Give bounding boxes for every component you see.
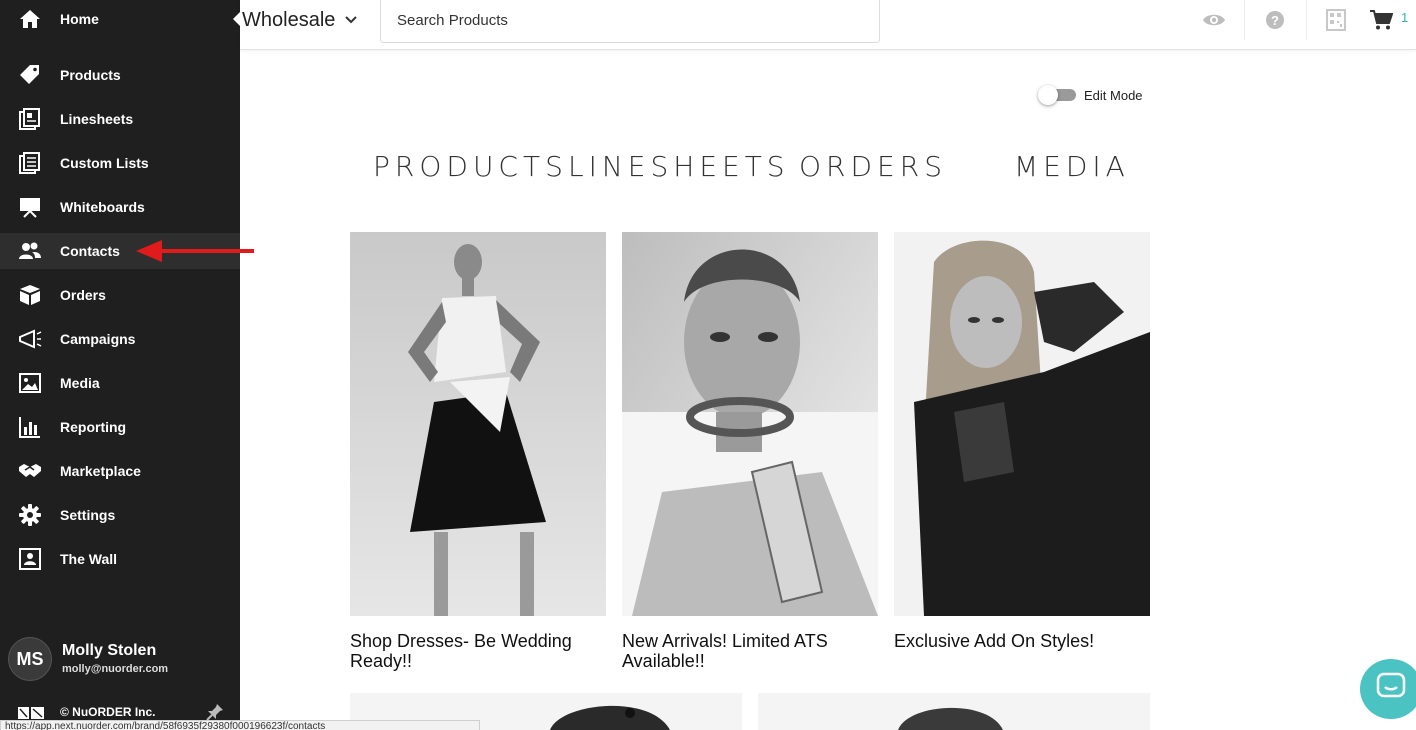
sidebar-item-home[interactable]: Home bbox=[0, 1, 240, 37]
tile-image-exclusive-styles[interactable] bbox=[894, 232, 1150, 616]
sidebar-item-settings[interactable]: Settings bbox=[0, 497, 240, 533]
campaign-icon bbox=[18, 329, 42, 349]
sidebar-item-orders[interactable]: Orders bbox=[0, 277, 240, 313]
sidebar-item-linesheets[interactable]: Linesheets bbox=[0, 101, 240, 137]
sidebar-item-label: Contacts bbox=[60, 243, 120, 259]
sidebar-item-label: Campaigns bbox=[60, 331, 136, 347]
sidebar-item-label: Custom Lists bbox=[60, 155, 149, 171]
box-icon bbox=[18, 285, 42, 305]
cart-count-badge: 1 bbox=[1401, 10, 1409, 25]
sidebar-item-label: Settings bbox=[60, 507, 116, 523]
user-name: Molly Stolen bbox=[62, 642, 157, 659]
chat-icon bbox=[1376, 672, 1406, 707]
divider bbox=[1244, 0, 1245, 40]
chevron-down-icon bbox=[345, 11, 358, 29]
help-icon[interactable]: ? bbox=[1263, 8, 1287, 32]
divider bbox=[1306, 0, 1307, 40]
tile-image-dresses[interactable] bbox=[350, 232, 606, 616]
eye-icon[interactable] bbox=[1202, 8, 1226, 32]
edit-mode-label: Edit Mode bbox=[1084, 87, 1143, 103]
list-icon bbox=[18, 152, 42, 174]
sidebar-item-whiteboards[interactable]: Whiteboards bbox=[0, 189, 240, 225]
sidebar-item-custom-lists[interactable]: Custom Lists bbox=[0, 145, 240, 181]
sidebar: Home Products Linesheets Custom Lists Wh… bbox=[0, 0, 240, 730]
svg-text:?: ? bbox=[1271, 13, 1279, 28]
sidebar-item-marketplace[interactable]: Marketplace bbox=[0, 453, 240, 489]
tag-icon bbox=[18, 65, 42, 85]
copyright-text: © NuORDER Inc. bbox=[60, 705, 156, 719]
sidebar-item-label: Linesheets bbox=[60, 111, 134, 127]
sidebar-item-label: Reporting bbox=[60, 419, 127, 435]
avatar: MS bbox=[8, 637, 52, 681]
gear-icon bbox=[18, 504, 42, 526]
handshake-icon bbox=[18, 461, 42, 481]
tile-image-bottom-right[interactable] bbox=[758, 693, 1150, 730]
tile-caption[interactable]: Exclusive Add On Styles! bbox=[894, 631, 1154, 651]
sidebar-item-label: The Wall bbox=[60, 551, 118, 567]
tile-image-new-arrivals[interactable] bbox=[622, 232, 878, 616]
cart-icon[interactable] bbox=[1369, 8, 1393, 32]
linesheets-icon bbox=[18, 108, 42, 130]
dropdown-value: Wholesale bbox=[242, 8, 336, 31]
sidebar-item-label: Marketplace bbox=[60, 463, 141, 479]
sidebar-item-label: Media bbox=[60, 375, 100, 391]
wholesale-dropdown[interactable]: Wholesale bbox=[242, 6, 358, 34]
wall-icon bbox=[18, 548, 42, 570]
sidebar-item-products[interactable]: Products bbox=[0, 57, 240, 93]
home-icon bbox=[18, 9, 42, 29]
qr-scan-icon[interactable] bbox=[1324, 8, 1348, 32]
contacts-icon bbox=[18, 241, 42, 261]
annotation-arrow bbox=[136, 240, 254, 262]
whiteboard-icon bbox=[18, 197, 42, 218]
image-icon bbox=[18, 373, 42, 393]
toggle-switch[interactable] bbox=[1038, 85, 1076, 105]
app-root: Home Products Linesheets Custom Lists Wh… bbox=[0, 0, 1416, 730]
hero-tab-media[interactable]: MEDIA bbox=[1014, 150, 1130, 183]
sidebar-item-label: Orders bbox=[60, 287, 106, 303]
toggle-knob bbox=[1038, 85, 1058, 105]
sidebar-item-the-wall[interactable]: The Wall bbox=[0, 541, 240, 577]
user-profile[interactable]: MS Molly Stolen molly@nuorder.com bbox=[8, 637, 238, 681]
sidebar-item-label: Products bbox=[60, 67, 121, 83]
user-email: molly@nuorder.com bbox=[62, 663, 169, 675]
sidebar-item-media[interactable]: Media bbox=[0, 365, 240, 401]
hero-tab-linesheets[interactable]: LINESHEETS bbox=[568, 150, 790, 183]
status-bar-url: https://app.next.nuorder.com/brand/58f69… bbox=[0, 720, 480, 730]
hero-tab-orders[interactable]: ORDERS bbox=[799, 150, 947, 183]
search-input[interactable] bbox=[380, 0, 880, 43]
bar-chart-icon bbox=[18, 417, 42, 438]
sidebar-item-label: Home bbox=[60, 11, 99, 27]
chat-launcher-button[interactable] bbox=[1360, 659, 1416, 719]
hero-tab-products[interactable]: PRODUCTS bbox=[373, 150, 568, 183]
edit-mode-toggle[interactable]: Edit Mode bbox=[1038, 84, 1143, 106]
sidebar-item-label: Whiteboards bbox=[60, 199, 145, 215]
sidebar-item-reporting[interactable]: Reporting bbox=[0, 409, 240, 445]
tile-caption[interactable]: New Arrivals! Limited ATS Available!! bbox=[622, 631, 882, 671]
sidebar-item-campaigns[interactable]: Campaigns bbox=[0, 321, 240, 357]
tile-caption[interactable]: Shop Dresses- Be Wedding Ready!! bbox=[350, 631, 610, 671]
